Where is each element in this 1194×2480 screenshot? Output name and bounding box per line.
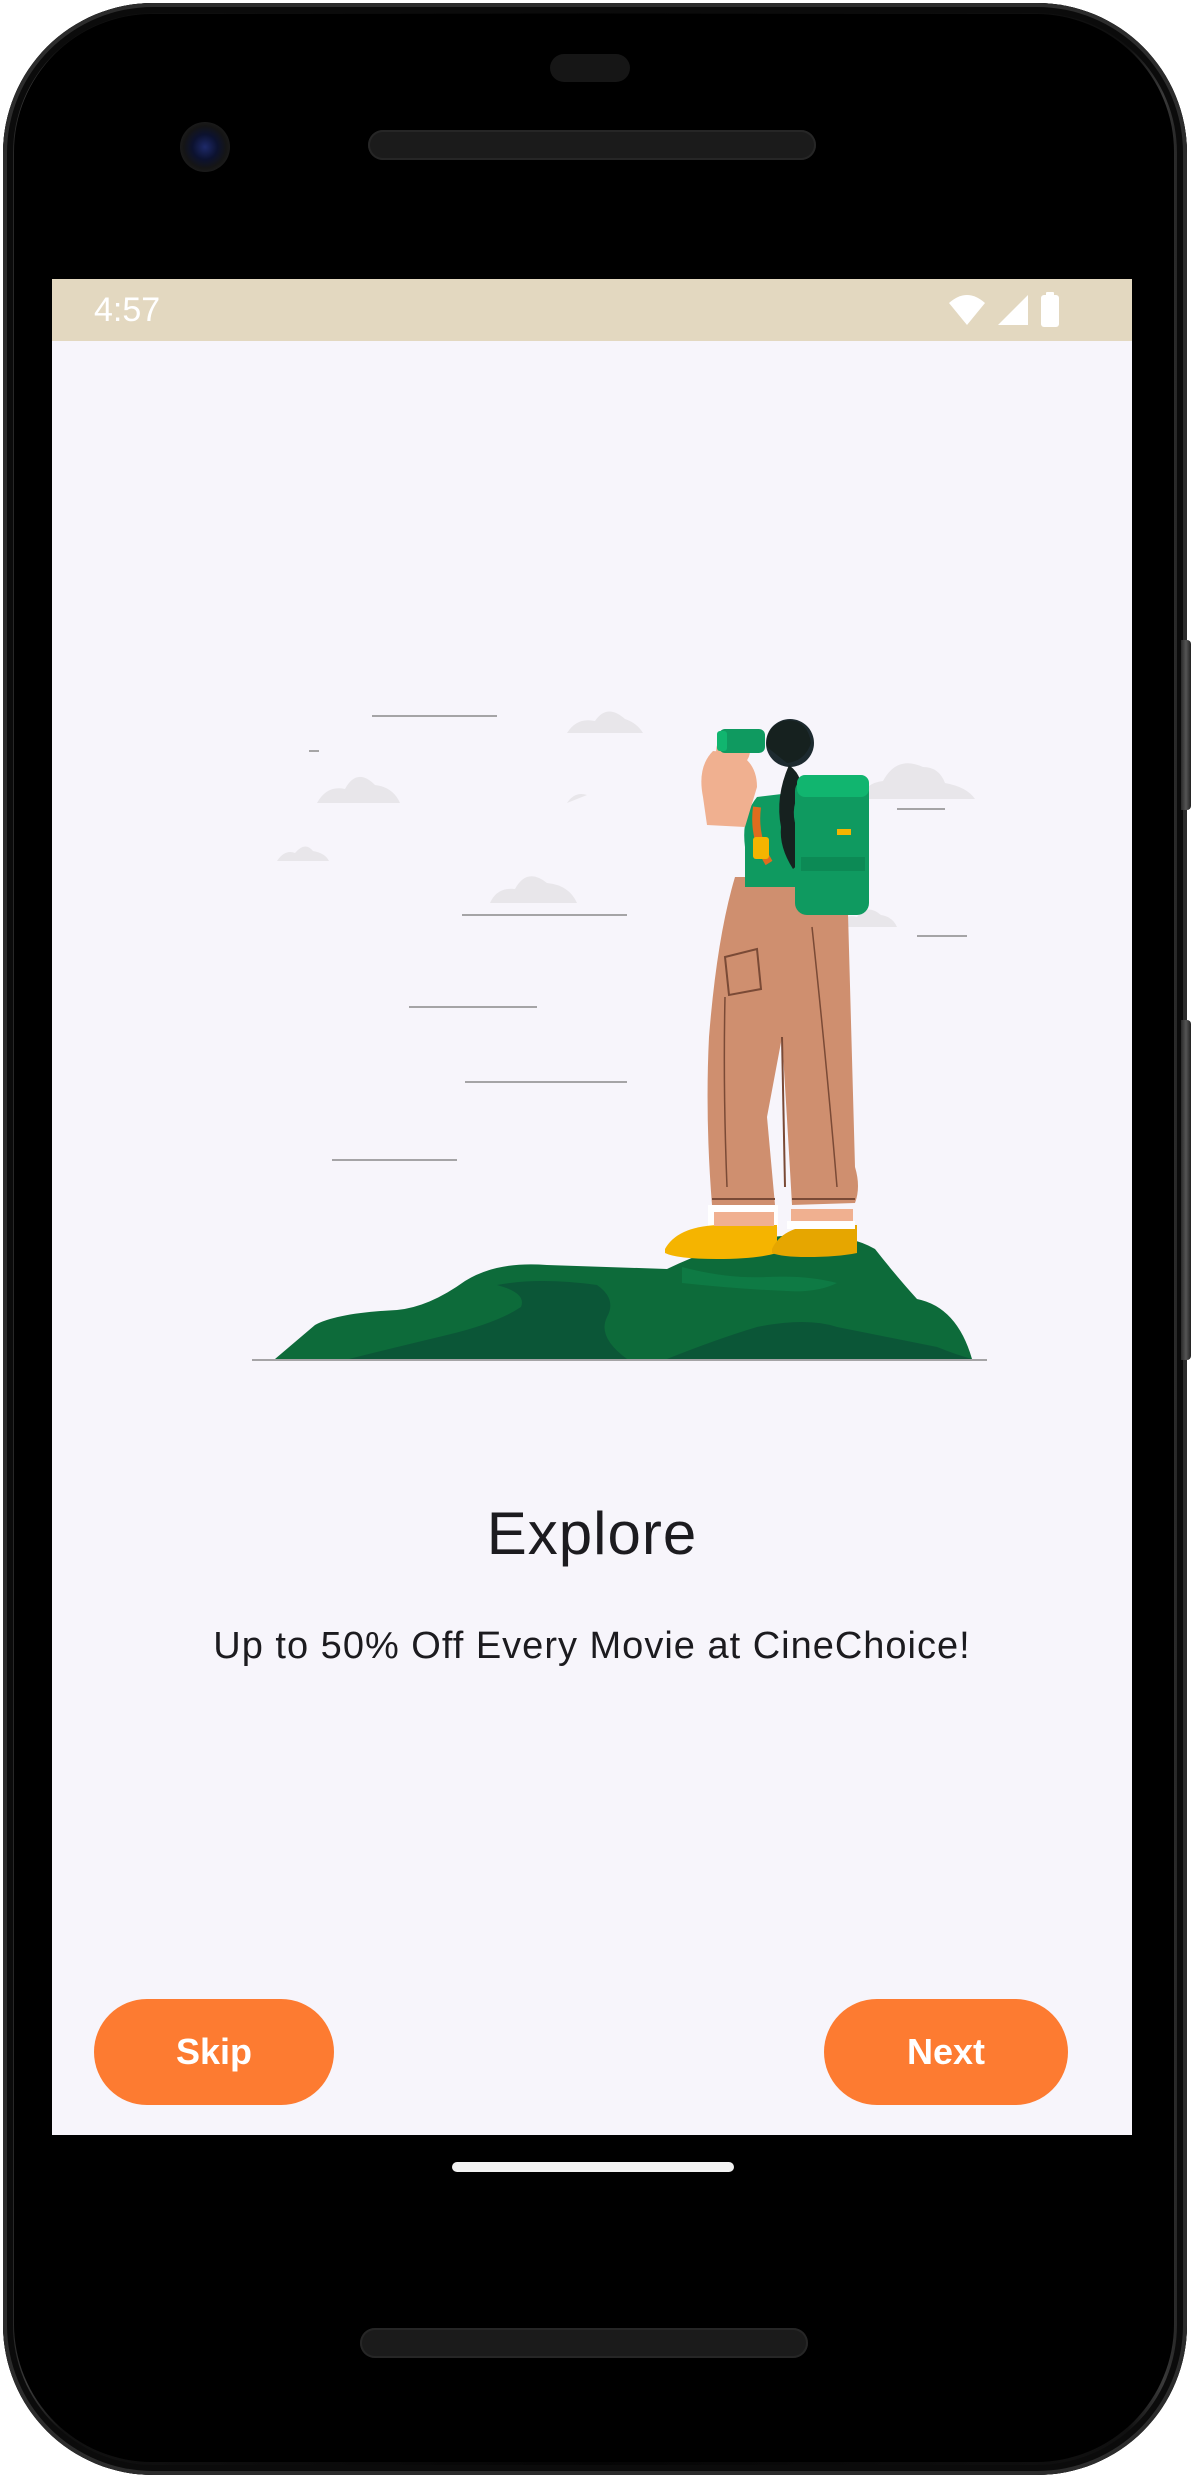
clouds bbox=[277, 711, 975, 927]
status-bar: 4:57 bbox=[52, 279, 1132, 341]
phone-device: 4:57 Explore Up to 50% Off Every Movie a… bbox=[0, 0, 1194, 2480]
signal-icon bbox=[998, 295, 1028, 325]
volume-button bbox=[1181, 1020, 1191, 1360]
proximity-sensor bbox=[550, 54, 630, 82]
pants bbox=[707, 877, 858, 1205]
next-button[interactable]: Next bbox=[824, 1999, 1068, 2105]
status-time: 4:57 bbox=[94, 291, 161, 329]
power-button bbox=[1181, 640, 1191, 810]
onboarding-title: Explore bbox=[486, 1500, 698, 1567]
bottom-speaker bbox=[360, 2328, 808, 2358]
binoculars bbox=[717, 729, 765, 753]
battery-icon bbox=[1041, 292, 1059, 327]
app-screen: 4:57 Explore Up to 50% Off Every Movie a… bbox=[52, 279, 1132, 2135]
hiker-illustration bbox=[252, 711, 987, 1361]
status-icons bbox=[948, 291, 1060, 329]
wifi-icon bbox=[949, 295, 985, 325]
boots bbox=[665, 1205, 857, 1259]
skip-button[interactable]: Skip bbox=[94, 1999, 334, 2105]
home-indicator[interactable] bbox=[452, 2162, 734, 2172]
onboarding-subtitle: Up to 50% Off Every Movie at CineChoice! bbox=[213, 1625, 971, 1667]
earpiece-speaker bbox=[368, 130, 816, 160]
front-camera-icon bbox=[180, 122, 230, 172]
